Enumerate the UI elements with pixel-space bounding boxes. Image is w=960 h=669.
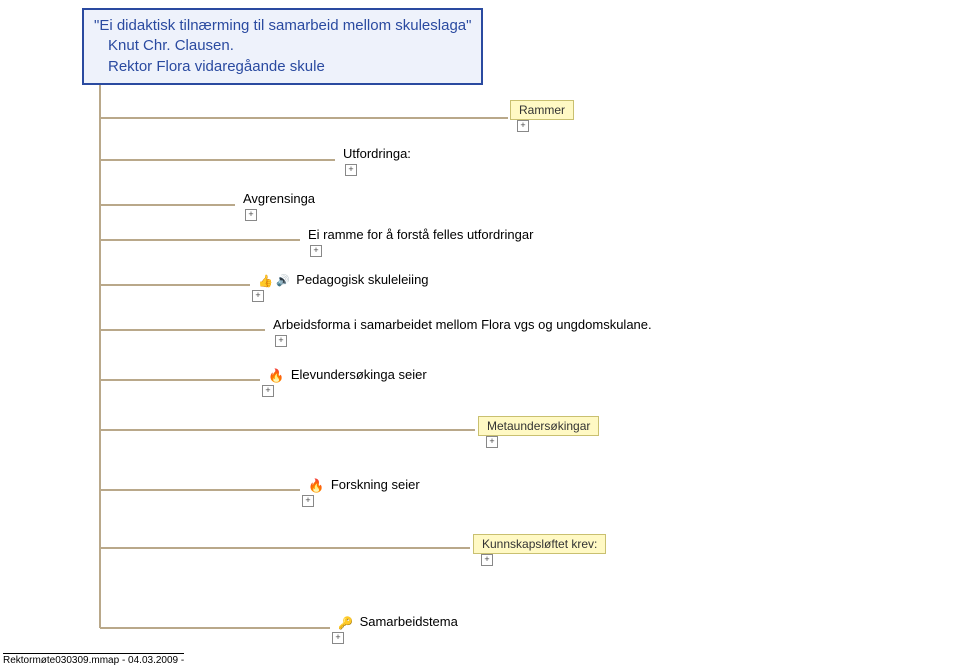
expander-rammer[interactable]: + xyxy=(517,120,529,132)
node-eiramme[interactable]: Ei ramme for å forstå felles utfordringa… xyxy=(302,225,539,244)
fire-icon-2: 🔥 xyxy=(308,478,324,494)
expander-eiramme[interactable]: + xyxy=(310,245,322,257)
node-rammer[interactable]: Rammer xyxy=(510,100,574,120)
node-pedagogisk[interactable]: 👍🔊 Pedagogisk skuleleiing xyxy=(252,270,435,290)
fire-icon: 🔥 xyxy=(268,368,284,384)
expander-samarbeid[interactable]: + xyxy=(332,632,344,644)
node-samarbeid[interactable]: 🔑 Samarbeidstema xyxy=(332,612,464,632)
node-metaund-label: Metaundersøkingar xyxy=(487,419,590,433)
node-forskning[interactable]: 🔥 Forskning seier xyxy=(302,475,426,496)
node-metaund[interactable]: Metaundersøkingar xyxy=(478,416,599,436)
thumb-icon: 👍 xyxy=(258,274,273,288)
mindmap-connectors xyxy=(0,0,960,669)
title-line2: Knut Chr. Clausen. xyxy=(94,36,471,56)
expander-pedagogisk[interactable]: + xyxy=(252,290,264,302)
expander-avgrensinga[interactable]: + xyxy=(245,209,257,221)
key-icon: 🔑 xyxy=(338,616,353,630)
node-arbeidsforma-label: Arbeidsforma i samarbeidet mellom Flora … xyxy=(273,317,652,332)
node-elevund[interactable]: 🔥 Elevundersøkinga seier xyxy=(262,365,433,386)
node-arbeidsforma[interactable]: Arbeidsforma i samarbeidet mellom Flora … xyxy=(267,315,658,334)
node-elevund-label: Elevundersøkinga seier xyxy=(291,367,427,382)
node-kunnskap-label: Kunnskapsløftet krev: xyxy=(482,537,597,551)
footer-text: Rektormøte030309.mmap - 04.03.2009 - xyxy=(3,653,184,666)
node-forskning-label: Forskning seier xyxy=(331,477,420,492)
expander-elevund[interactable]: + xyxy=(262,385,274,397)
node-utfordringa[interactable]: Utfordringa: xyxy=(337,144,417,163)
node-kunnskap[interactable]: Kunnskapsløftet krev: xyxy=(473,534,606,554)
node-rammer-label: Rammer xyxy=(519,103,565,117)
node-pedagogisk-label: Pedagogisk skuleleiing xyxy=(296,272,428,287)
expander-kunnskap[interactable]: + xyxy=(481,554,493,566)
node-eiramme-label: Ei ramme for å forstå felles utfordringa… xyxy=(308,227,533,242)
node-samarbeid-label: Samarbeidstema xyxy=(360,614,458,629)
title-line3: Rektor Flora vidaregåande skule xyxy=(94,57,471,77)
speaker-icon: 🔊 xyxy=(276,274,290,287)
expander-forskning[interactable]: + xyxy=(302,495,314,507)
expander-metaund[interactable]: + xyxy=(486,436,498,448)
expander-utfordringa[interactable]: + xyxy=(345,164,357,176)
node-avgrensinga-label: Avgrensinga xyxy=(243,191,315,206)
node-avgrensinga[interactable]: Avgrensinga xyxy=(237,189,321,208)
title-box: "Ei didaktisk tilnærming til samarbeid m… xyxy=(82,8,483,85)
title-line1: "Ei didaktisk tilnærming til samarbeid m… xyxy=(94,16,471,36)
expander-arbeidsforma[interactable]: + xyxy=(275,335,287,347)
node-utfordringa-label: Utfordringa: xyxy=(343,146,411,161)
